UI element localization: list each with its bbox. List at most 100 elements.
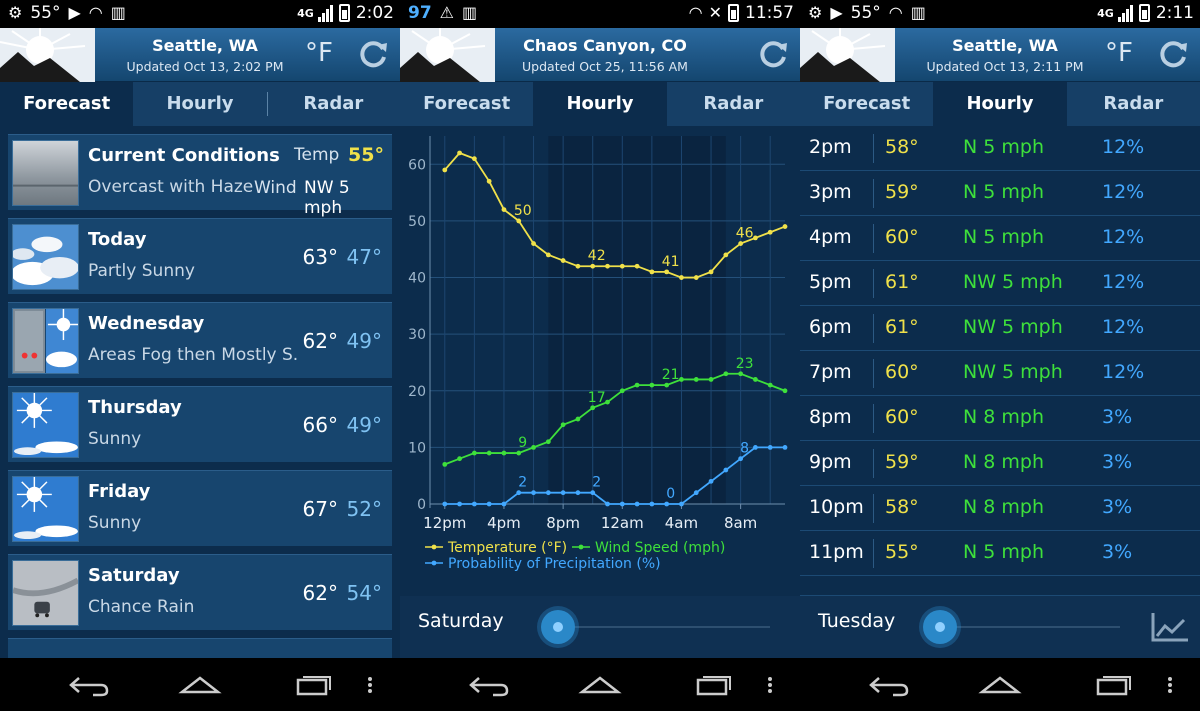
tab-radar[interactable]: Radar — [1066, 82, 1200, 126]
x-tick-label: 12pm — [423, 514, 466, 532]
overflow-menu-icon[interactable] — [1160, 670, 1180, 700]
signal-icon — [317, 4, 333, 22]
barcode-icon: ▥ — [910, 3, 926, 22]
tab-hourly[interactable]: Hourly — [133, 82, 267, 126]
x-tick-label: 4pm — [487, 514, 521, 532]
overflow-menu-icon[interactable] — [360, 670, 380, 700]
data-point — [649, 382, 655, 388]
system-nav-bar — [400, 658, 800, 711]
tab-hourly[interactable]: Hourly — [533, 82, 667, 126]
data-label: 21 — [662, 367, 680, 383]
data-point — [753, 235, 758, 241]
wifi-icon: ◠ — [688, 3, 703, 22]
day-slider-track[interactable] — [950, 626, 1120, 628]
day-forecast-card[interactable]: Saturday Chance Rain 62° 54° — [8, 554, 392, 630]
data-point — [531, 444, 536, 450]
hour-precip: 12% — [1102, 361, 1145, 383]
data-point — [738, 456, 744, 462]
column-divider — [873, 224, 874, 253]
day-forecast-card[interactable]: Thursday Sunny 66° 49° — [8, 386, 392, 462]
legend-label: Wind Speed (mph) — [595, 540, 725, 556]
day-forecast-card[interactable]: Wednesday Areas Fog then Mostly S.. 62° 49° — [8, 302, 392, 378]
data-point — [693, 490, 699, 496]
back-icon[interactable] — [865, 670, 913, 700]
day-forecast-card[interactable]: Friday Sunny 67° 52° — [8, 470, 392, 546]
unit-toggle-button[interactable]: °F — [1105, 38, 1133, 68]
app-header: Seattle, WA Updated Oct 13, 2:02 PM °F — [0, 28, 400, 82]
tab-hourly[interactable]: Hourly — [933, 82, 1067, 126]
recent-apps-icon[interactable] — [690, 670, 738, 700]
day-forecast-card[interactable]: Today Partly Sunny 63° 47° — [8, 218, 392, 294]
data-point — [664, 269, 670, 275]
table-row-partial — [800, 576, 1200, 596]
data-point — [560, 490, 566, 496]
hourly-chart: 010203040506012pm 4pm 8pm 12am 4am 8am5042 414… — [408, 136, 788, 572]
tab-radar[interactable]: Radar — [666, 82, 800, 126]
data-point — [634, 263, 640, 269]
day-slider-knob[interactable] — [541, 610, 575, 644]
refresh-icon[interactable] — [756, 37, 790, 71]
data-label: 2 — [518, 475, 527, 491]
home-icon[interactable] — [976, 670, 1024, 700]
recent-apps-icon[interactable] — [1090, 670, 1138, 700]
chart-view-icon[interactable] — [1150, 610, 1190, 644]
temp-label: Temp — [294, 145, 340, 165]
tab-forecast[interactable]: Forecast — [0, 82, 134, 126]
table-row: 4pm 60° N 5 mph 12% — [800, 216, 1200, 261]
data-point — [486, 178, 492, 184]
home-icon[interactable] — [576, 670, 624, 700]
legend-label: Probability of Precipitation (%) — [448, 556, 661, 572]
high-temp: 62° — [302, 581, 338, 605]
current-temp: 55° — [348, 144, 384, 166]
day-slider-track[interactable] — [550, 626, 770, 628]
x-tick-label: 12am — [601, 514, 644, 532]
recent-apps-icon[interactable] — [290, 670, 338, 700]
data-point — [708, 478, 714, 484]
y-tick-label: 40 — [408, 271, 426, 287]
day-desc: Sunny — [88, 429, 142, 449]
refresh-icon[interactable] — [356, 37, 390, 71]
day-slider-knob[interactable] — [923, 610, 957, 644]
data-point — [693, 275, 699, 280]
y-tick-label: 20 — [408, 384, 426, 400]
tab-forecast[interactable]: Forecast — [400, 82, 534, 126]
tab-forecast[interactable]: Forecast — [800, 82, 934, 126]
column-divider — [873, 449, 874, 478]
rain-icon — [12, 560, 79, 626]
hour-precip: 3% — [1102, 496, 1133, 518]
day-name: Wednesday — [88, 313, 205, 334]
city-name: Seattle, WA — [952, 36, 1058, 55]
back-icon[interactable] — [65, 670, 113, 700]
hour-temp: 58° — [885, 496, 919, 518]
data-point — [605, 399, 610, 405]
hour-temp: 58° — [885, 136, 919, 158]
data-point — [634, 382, 640, 388]
app-header: Seattle, WA Updated Oct 13, 2:11 PM °F — [800, 28, 1200, 82]
data-point — [649, 501, 655, 507]
warning-icon: ⚠ — [439, 3, 455, 22]
hour-time: 5pm — [809, 271, 852, 293]
wifi-icon: ◠ — [888, 3, 903, 22]
barcode-icon: ▥ — [462, 3, 478, 22]
unit-toggle-button[interactable]: °F — [305, 38, 333, 68]
updated-time: Updated Oct 13, 2:11 PM — [926, 59, 1084, 74]
tab-radar[interactable]: Radar — [266, 82, 400, 126]
current-conditions-card[interactable]: Current Conditions Overcast with Haze Te… — [8, 134, 392, 218]
day-slider-row: Saturday — [400, 596, 800, 658]
column-divider — [873, 404, 874, 433]
table-row: 2pm 58° N 5 mph 12% — [800, 126, 1200, 171]
home-icon[interactable] — [176, 670, 224, 700]
hour-temp: 60° — [885, 406, 919, 428]
data-point — [679, 377, 684, 382]
back-icon[interactable] — [465, 670, 513, 700]
data-point — [664, 382, 670, 388]
hour-temp: 60° — [885, 226, 919, 248]
system-nav-bar — [0, 658, 400, 711]
overflow-menu-icon[interactable] — [760, 670, 780, 700]
data-point — [738, 371, 744, 377]
data-point — [590, 405, 596, 411]
refresh-icon[interactable] — [1156, 37, 1190, 71]
hour-wind: NW 5 mph — [963, 271, 1063, 293]
signal-icon — [1117, 4, 1133, 22]
sun-mountain-logo-icon — [800, 28, 895, 82]
